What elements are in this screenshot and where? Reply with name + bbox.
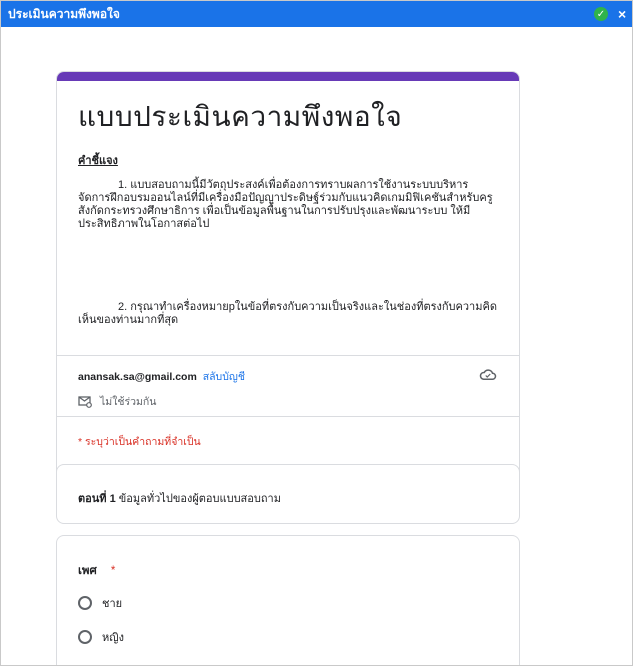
required-mark: * <box>110 565 116 577</box>
question-card: เพศ * ชาย หญิง <box>56 535 520 665</box>
account-email: anansak.sa@gmail.com <box>78 371 197 383</box>
question-title: เพศ <box>78 565 97 577</box>
option-label: หญิง <box>102 632 124 644</box>
radio-button[interactable] <box>78 596 92 610</box>
instructions-paragraph-1: 1. แบบสอบถามนี้มีวัตถุประสงค์เพื่อต้องกา… <box>78 179 493 230</box>
close-icon[interactable]: × <box>618 6 632 22</box>
title-bar: ประเมินความพึงพอใจ ✓ × <box>1 1 632 27</box>
form-title: แบบประเมินความพึงพอใจ <box>78 101 403 132</box>
header-accent-bar <box>57 72 519 81</box>
form-header-card: แบบประเมินความพึงพอใจ คำชี้แจง 1. แบบสอบ… <box>56 71 520 478</box>
check-icon[interactable]: ✓ <box>594 7 608 21</box>
cloud-icon[interactable] <box>479 367 497 381</box>
radio-button[interactable] <box>78 630 92 644</box>
switch-account-link[interactable]: สลับบัญชี <box>203 371 245 383</box>
mail-icon <box>78 395 92 408</box>
divider <box>57 355 519 356</box>
divider <box>57 416 519 417</box>
not-shared-label: ไม่ใช้ร่วมกัน <box>100 396 157 408</box>
radio-option-male[interactable]: ชาย <box>78 594 122 612</box>
not-shared-info: ไม่ใช้ร่วมกัน <box>78 393 156 410</box>
section-text: ข้อมูลทั่วไปของผู้ตอบแบบสอบถาม <box>115 493 281 505</box>
form-body: แบบประเมินความพึงพอใจ คำชี้แจง 1. แบบสอบ… <box>1 27 632 665</box>
window-title: ประเมินความพึงพอใจ <box>8 6 120 21</box>
question-title-row: เพศ * <box>78 562 115 580</box>
section-label: ตอนที่ 1 <box>78 493 116 505</box>
section-title: ตอนที่ 1 ข้อมูลทั่วไปของผู้ตอบแบบสอบถาม <box>78 489 281 507</box>
required-note: * ระบุว่าเป็นคำถามที่จำเป็น <box>78 436 201 448</box>
instructions-title: คำชี้แจง <box>78 155 118 167</box>
option-label: ชาย <box>102 598 123 610</box>
form-window: ประเมินความพึงพอใจ ✓ × แบบประเมินความพึง… <box>0 0 633 666</box>
account-info: anansak.sa@gmail.com สลับบัญชี <box>78 368 245 385</box>
section-card: ตอนที่ 1 ข้อมูลทั่วไปของผู้ตอบแบบสอบถาม <box>56 464 520 524</box>
instructions-paragraph-2: 2. กรุณาทำเครื่องหมายpในข้อที่ตรงกับความ… <box>78 301 497 326</box>
radio-option-female[interactable]: หญิง <box>78 628 124 646</box>
